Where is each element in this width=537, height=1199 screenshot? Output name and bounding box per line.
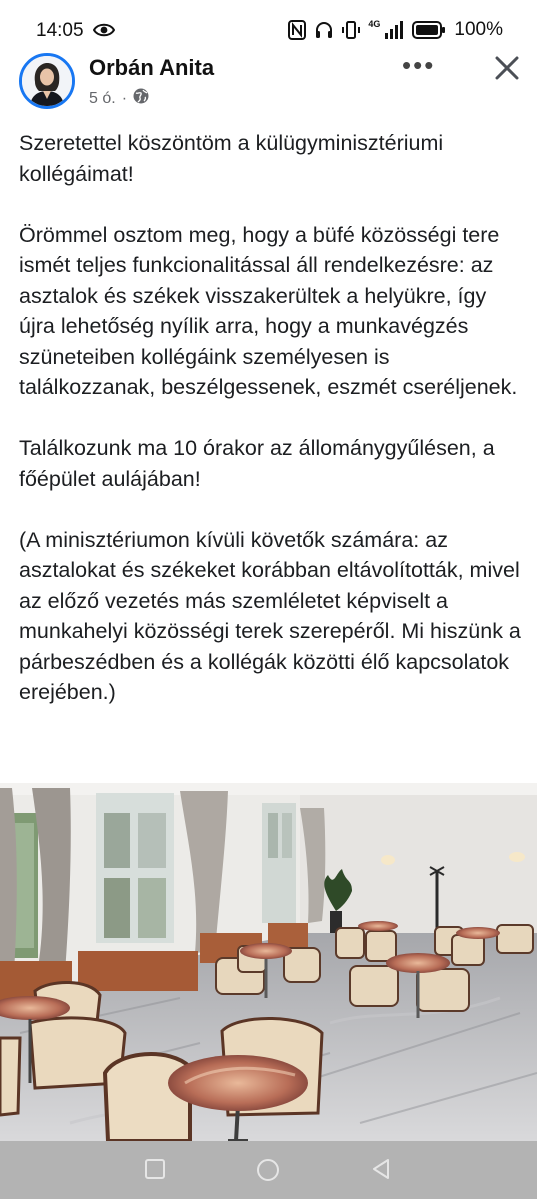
post-meta: 5 ó. · <box>89 88 149 109</box>
battery-level: 100% <box>454 19 503 40</box>
post-author[interactable]: Orbán Anita <box>89 55 214 81</box>
signal-icon <box>384 21 404 39</box>
avatar[interactable] <box>19 53 75 109</box>
recent-apps-button[interactable] <box>144 1158 166 1185</box>
battery-icon <box>412 21 446 39</box>
nfc-icon <box>288 20 307 40</box>
post-photo[interactable] <box>0 783 537 1141</box>
close-icon[interactable] <box>492 53 522 83</box>
post-paragraph: Találkozunk ma 10 órakor az állománygyűl… <box>19 436 495 491</box>
globe-icon <box>133 88 149 109</box>
vibrate-icon <box>342 20 361 40</box>
separator-dot: · <box>121 89 128 107</box>
post-paragraph: Örömmel osztom meg, hogy a büfé közösség… <box>19 222 518 400</box>
back-button[interactable] <box>370 1158 392 1185</box>
post-paragraph: (A minisztériumon kívüli követők számára… <box>19 527 521 705</box>
navigation-bar <box>0 1141 537 1199</box>
home-button[interactable] <box>256 1158 280 1187</box>
post-paragraph: Szeretettel köszöntöm a külügyminisztéri… <box>19 131 444 186</box>
headphones-icon <box>314 20 334 40</box>
post-time[interactable]: 5 ó. <box>89 90 116 108</box>
network-type: 4G <box>368 19 381 29</box>
status-time: 14:05 <box>36 20 84 41</box>
status-bar: 14:05 4G 100% <box>0 0 537 58</box>
post-text: Szeretettel köszöntöm a külügyminisztéri… <box>19 128 524 738</box>
more-icon[interactable]: ••• <box>402 52 435 78</box>
eye-icon <box>92 22 116 43</box>
